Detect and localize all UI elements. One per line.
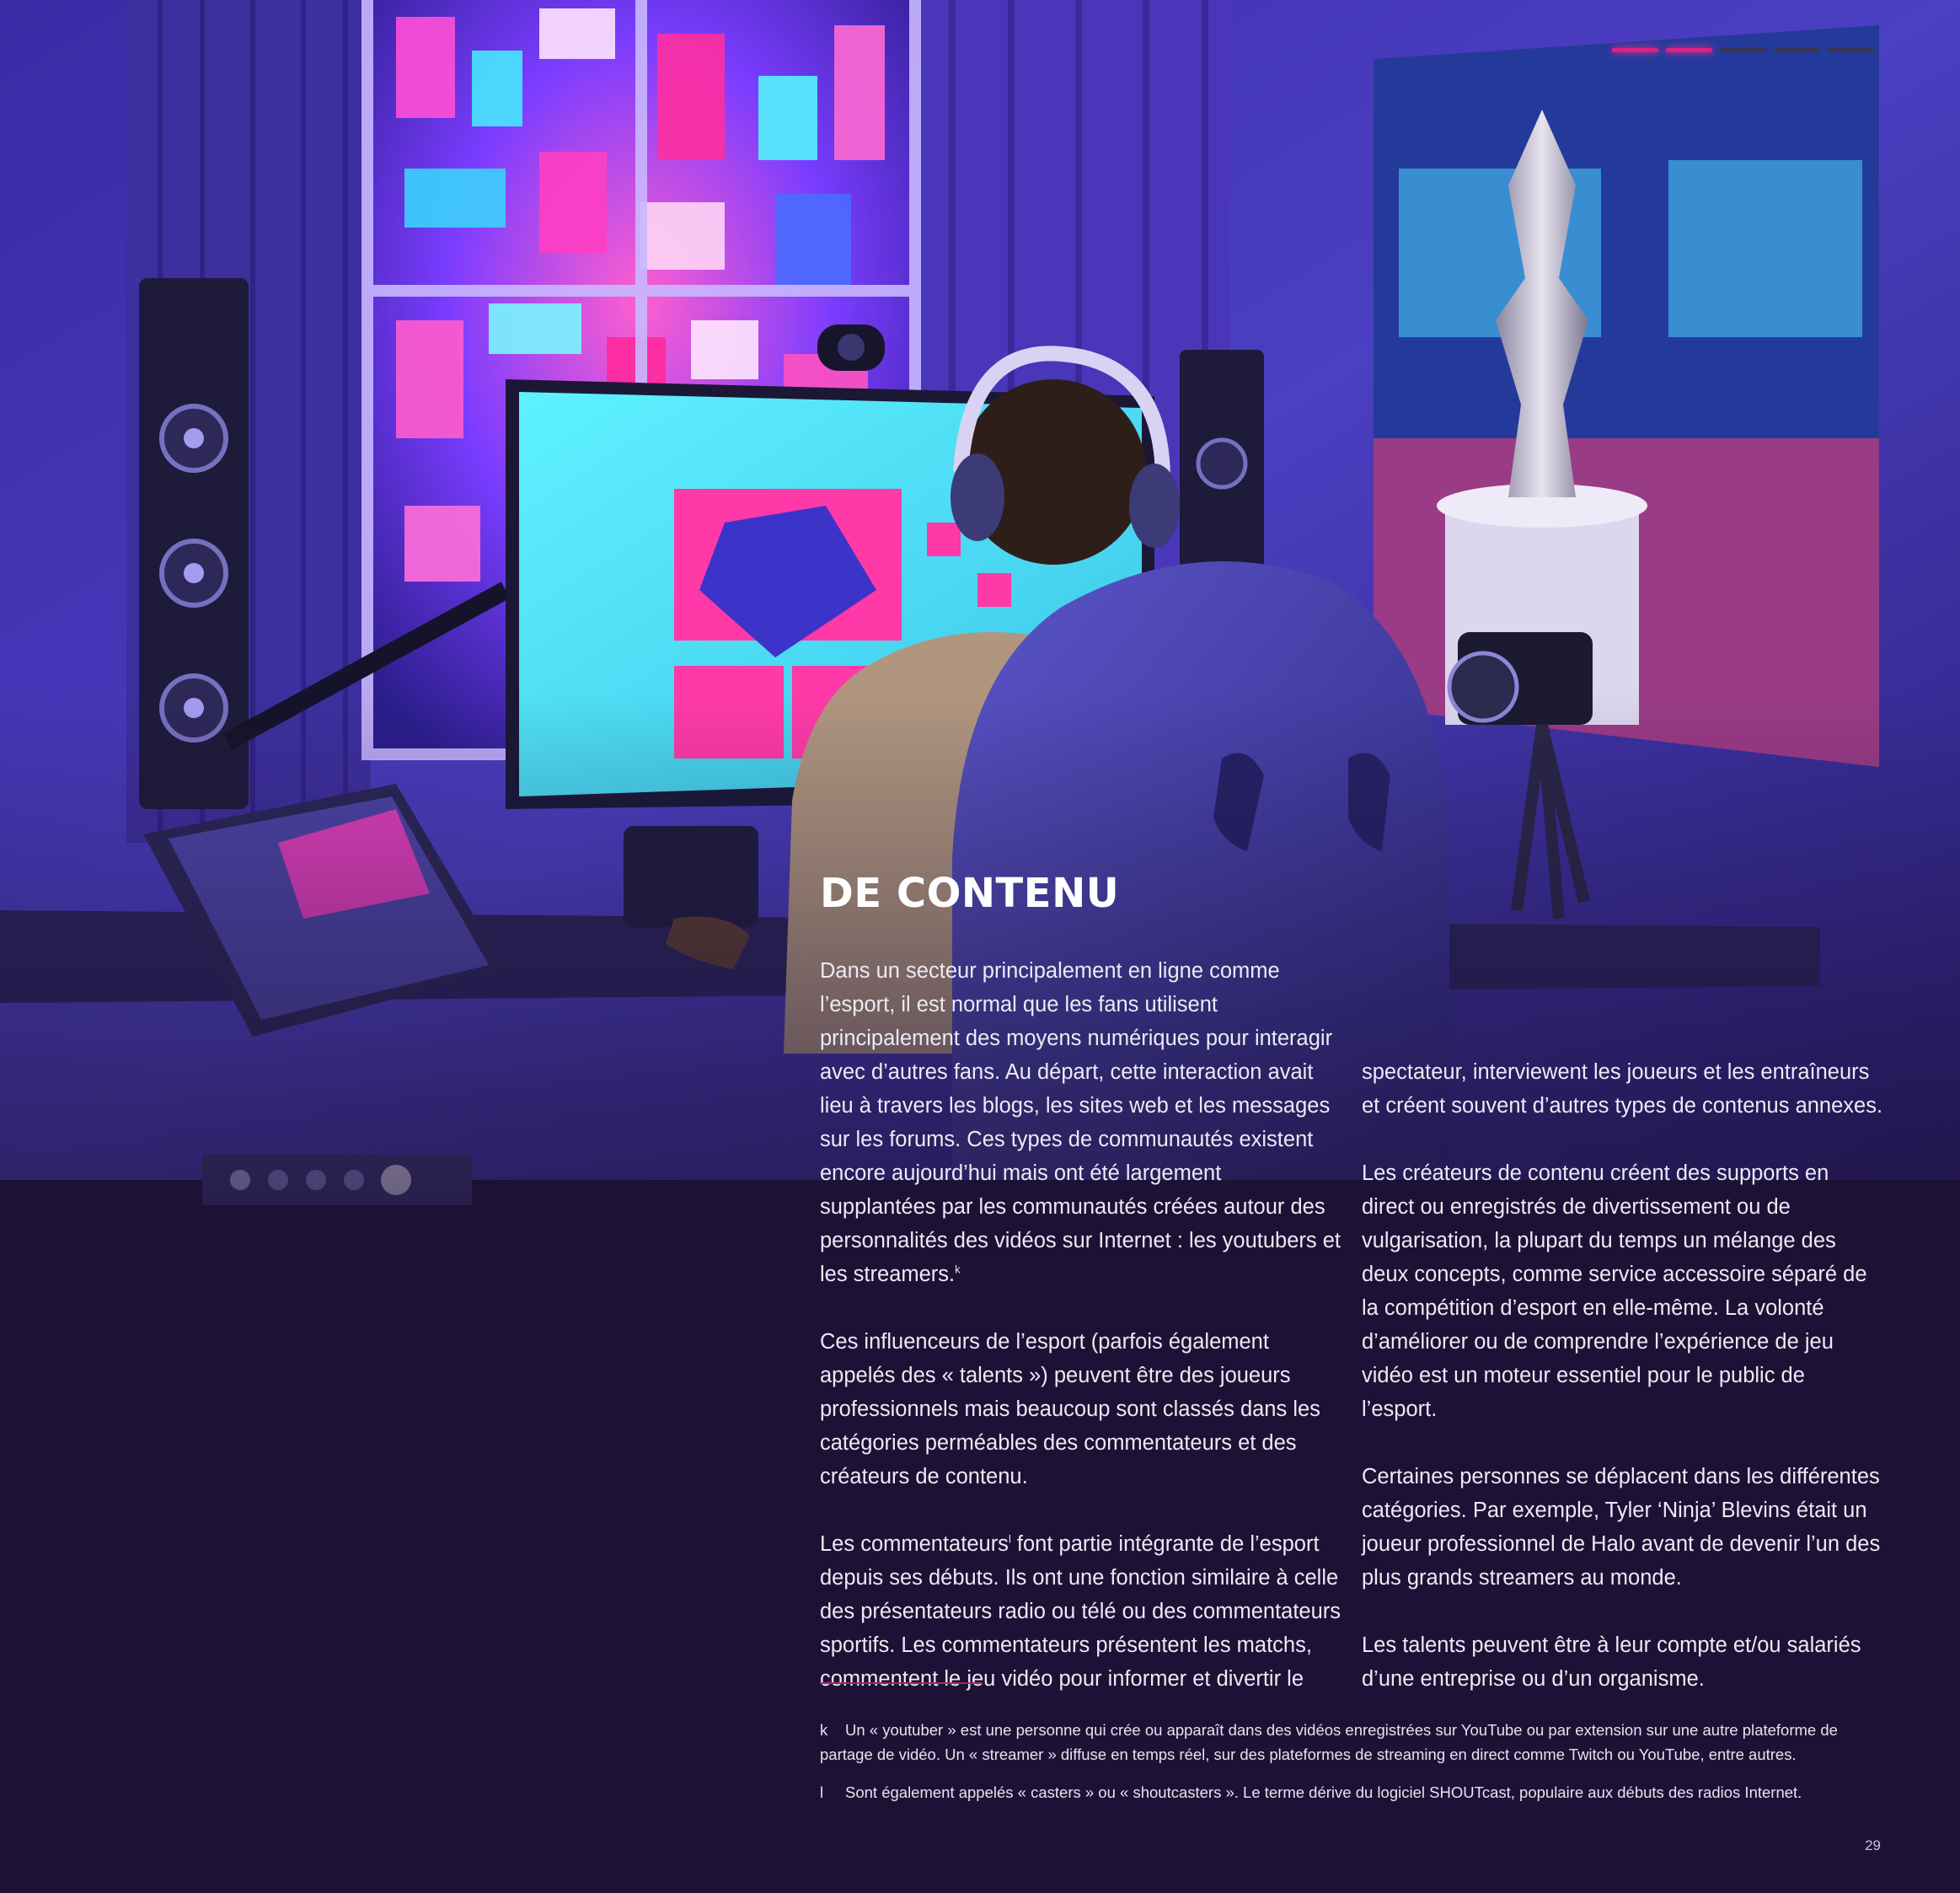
paragraph: Les talents peuvent être à leur compte e…	[1362, 1633, 1861, 1691]
paragraph: Dans un secteur principalement en ligne …	[820, 954, 1342, 1291]
page-progress-indicator	[1612, 48, 1874, 52]
paragraph-text: Dans un secteur principalement en ligne …	[820, 959, 1341, 1286]
footnote: k Un « youtuber » est une personne qui cr…	[820, 1718, 1882, 1767]
page-number: 29	[1865, 1837, 1881, 1853]
paragraph: Les créateurs de contenu créent des supp…	[1362, 1161, 1867, 1421]
footnote-divider	[820, 1682, 982, 1684]
footnote-text: Un « youtuber » est une personne qui cré…	[820, 1721, 1838, 1763]
trophy-poster	[1374, 25, 1879, 767]
footnote: l Sont également appelés « casters » ou «…	[820, 1780, 1882, 1805]
paragraph: Ces influenceurs de l’esport (parfois ég…	[820, 1330, 1320, 1488]
section-heading: DE CONTENU	[820, 870, 1120, 917]
paragraph: spectateur, interviewent les joueurs et …	[1362, 1060, 1883, 1118]
progress-segment-5	[1828, 48, 1874, 52]
footnote-mark: l	[820, 1783, 824, 1801]
paragraph: Les commentateursl font partie intégrant…	[820, 1527, 1342, 1696]
progress-segment-3	[1720, 48, 1766, 52]
paragraph-text: Les commentateurs	[820, 1532, 1009, 1556]
progress-segment-1	[1612, 48, 1658, 52]
progress-segment-2	[1666, 48, 1712, 52]
paragraph-text: font partie intégrante de l’esport depui…	[820, 1532, 1341, 1691]
webcam	[817, 324, 885, 371]
text-column-left: Dans un secteur principalement en ligne …	[820, 954, 1342, 1729]
text-column-right: spectateur, interviewent les joueurs et …	[1362, 1055, 1884, 1729]
footnote-text: Sont également appelés « casters » ou « …	[845, 1783, 1802, 1801]
document-page: DE CONTENU Dans un secteur principalemen…	[0, 0, 1960, 1893]
paragraph: Certaines personnes se déplacent dans le…	[1362, 1465, 1881, 1590]
progress-segment-4	[1774, 48, 1820, 52]
footnote-mark: k	[820, 1721, 828, 1739]
footnote-reference[interactable]: k	[955, 1263, 961, 1276]
